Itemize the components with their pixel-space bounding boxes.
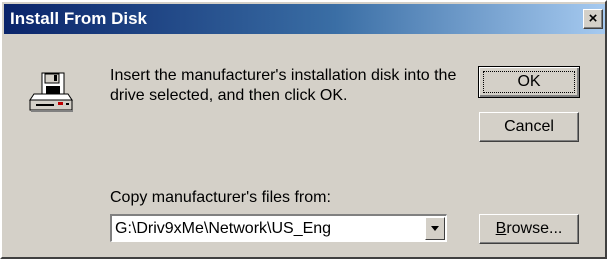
copy-from-label: Copy manufacturer's files from: [110, 189, 331, 206]
dropdown-button[interactable] [425, 217, 445, 240]
instruction-text: Insert the manufacturer's installation d… [110, 67, 457, 104]
browse-button-label: rowse... [506, 220, 563, 237]
chevron-down-icon [431, 226, 439, 231]
window-title: Install From Disk [10, 9, 147, 28]
install-from-disk-dialog: Install From Disk × Insert the manufactu… [0, 0, 607, 259]
close-button[interactable]: × [583, 9, 603, 29]
close-icon: × [588, 10, 598, 27]
cancel-button-label: Cancel [504, 118, 554, 135]
browse-accelerator: B [495, 220, 507, 237]
title-bar: Install From Disk × [4, 4, 605, 34]
floppy-disk-drive-icon [29, 72, 73, 112]
ok-button[interactable]: OK [478, 66, 580, 98]
cancel-button[interactable]: Cancel [479, 112, 579, 142]
ok-button-label: OK [517, 73, 541, 90]
browse-button[interactable]: Browse... [479, 214, 579, 244]
copy-from-path-value[interactable]: G:\Driv9xMe\Network\US_Eng [115, 218, 331, 240]
copy-from-path-combo[interactable]: G:\Driv9xMe\Network\US_Eng [110, 214, 447, 242]
